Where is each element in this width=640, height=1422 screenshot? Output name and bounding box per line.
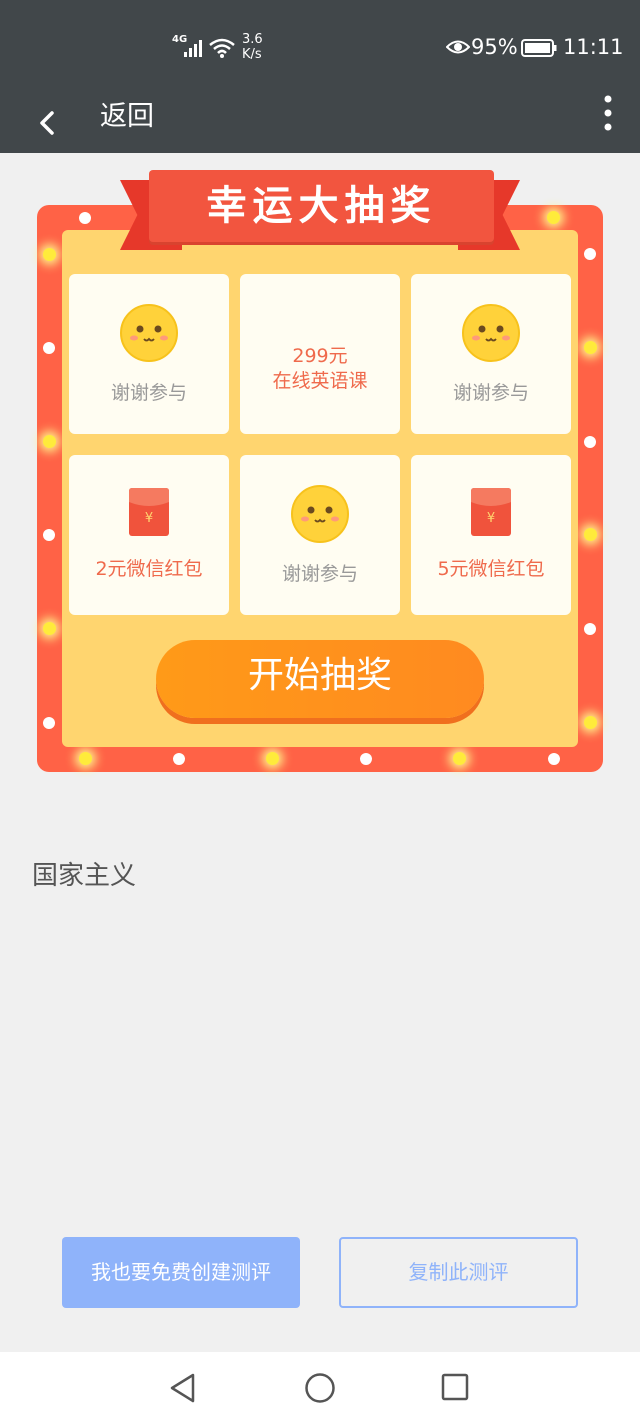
network-speed: 3.6 K/s — [242, 32, 263, 62]
signal-icon — [184, 40, 202, 57]
nav-back-icon[interactable] — [168, 1372, 198, 1404]
battery-icon — [521, 39, 557, 57]
prize-cell-5[interactable]: 谢谢参与 — [240, 455, 400, 615]
lottery-title: 幸运大抽奖 — [206, 183, 437, 229]
create-survey-button[interactable]: 我也要免费创建测评 — [62, 1237, 300, 1308]
board-light — [43, 435, 56, 448]
board-light — [584, 341, 597, 354]
start-draw-button[interactable]: 开始抽奖 — [156, 640, 484, 718]
more-menu-icon[interactable] — [594, 95, 622, 135]
board-light — [548, 753, 560, 765]
svg-text:¥: ¥ — [145, 511, 153, 526]
prize-cell-6[interactable]: ¥ 5元微信红包 — [411, 455, 571, 615]
smiley-face-icon — [291, 485, 349, 543]
start-draw-label: 开始抽奖 — [247, 655, 392, 696]
red-envelope-icon: ¥ — [471, 488, 511, 536]
copy-survey-button[interactable]: 复制此测评 — [339, 1237, 578, 1308]
prize-label: 2元微信红包 — [95, 558, 203, 580]
prize-label: 5元微信红包 — [437, 558, 545, 580]
prize-label: 谢谢参与 — [452, 382, 529, 404]
wifi-icon — [209, 38, 235, 58]
smiley-face-icon — [462, 304, 520, 362]
board-light — [584, 248, 596, 260]
prize-cell-1[interactable]: 谢谢参与 — [69, 274, 229, 434]
board-light — [173, 753, 185, 765]
board-light — [584, 623, 596, 635]
status-bar: 4G 3.6 K/s 95% 11:11 — [0, 0, 640, 95]
nav-home-icon[interactable] — [304, 1372, 336, 1404]
board-light — [584, 528, 597, 541]
nav-recent-apps-icon[interactable] — [441, 1373, 469, 1401]
board-light — [266, 752, 279, 765]
back-arrow-icon[interactable] — [34, 105, 64, 141]
board-light — [453, 752, 466, 765]
red-envelope-icon: ¥ — [129, 488, 169, 536]
board-light — [43, 342, 55, 354]
board-light — [43, 717, 55, 729]
system-nav-bar — [0, 1352, 640, 1422]
prize-cell-3[interactable]: 谢谢参与 — [411, 274, 571, 434]
body-text: 国家主义 — [32, 861, 137, 891]
prize-label-line1: 299元 — [292, 345, 348, 367]
board-light — [43, 248, 56, 261]
app-bar: 返回 — [0, 95, 640, 153]
prize-label: 谢谢参与 — [281, 563, 358, 585]
smiley-face-icon — [120, 304, 178, 362]
prize-label-line2: 在线英语课 — [272, 370, 368, 392]
eye-comfort-icon — [446, 40, 470, 54]
battery-percent: 95% — [471, 35, 518, 59]
prize-label: 谢谢参与 — [110, 382, 187, 404]
prize-cell-2[interactable]: 299元 在线英语课 — [240, 274, 400, 434]
board-light — [43, 622, 56, 635]
clock: 11:11 — [563, 35, 624, 59]
board-light — [79, 212, 91, 224]
board-light — [79, 752, 92, 765]
board-light — [584, 436, 596, 448]
board-light — [547, 211, 560, 224]
prize-cell-4[interactable]: ¥ 2元微信红包 — [69, 455, 229, 615]
board-light — [584, 716, 597, 729]
board-light — [360, 753, 372, 765]
svg-text:¥: ¥ — [487, 511, 495, 526]
board-light — [43, 529, 55, 541]
back-button[interactable]: 返回 — [100, 99, 154, 135]
